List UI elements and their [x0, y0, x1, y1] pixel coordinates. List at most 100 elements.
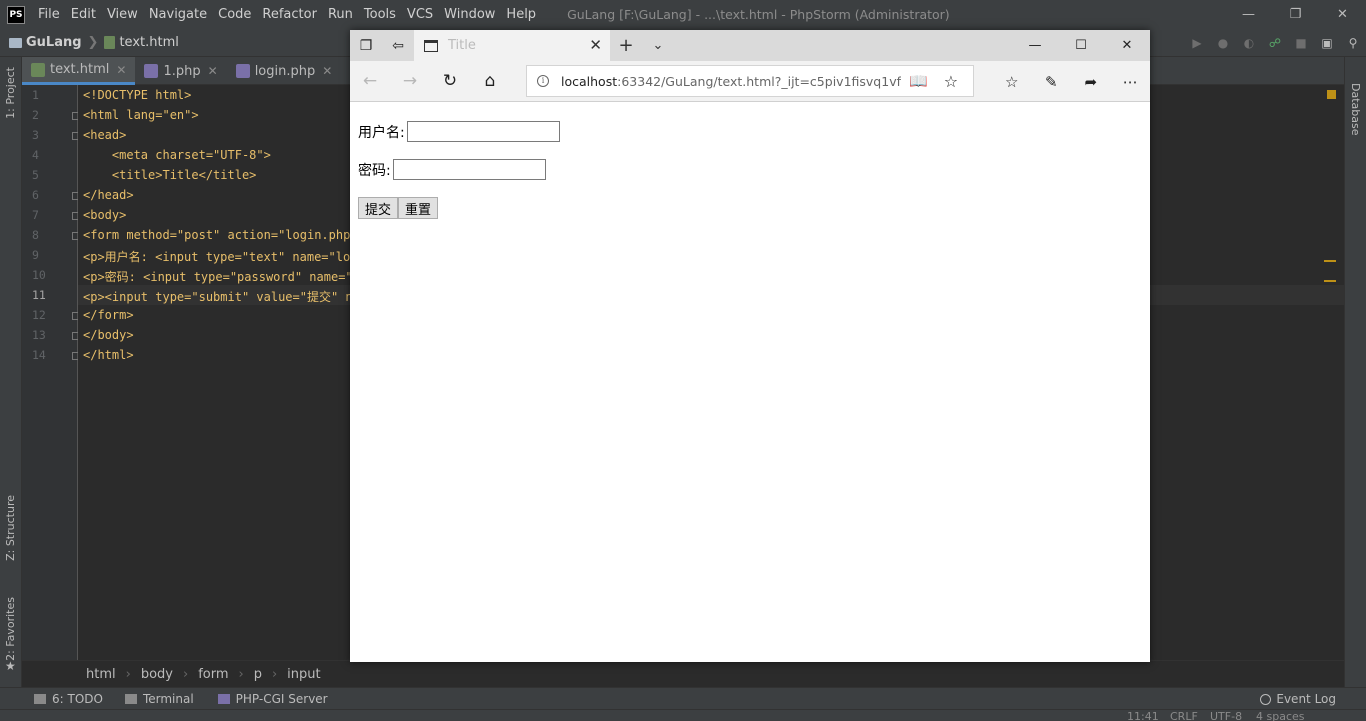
more-icon[interactable]: ⋯ [1111, 73, 1151, 91]
menu-vcs[interactable]: VCS [407, 7, 433, 22]
error-stripe-marker[interactable] [1324, 280, 1336, 282]
minimize-icon[interactable]: — [1012, 30, 1058, 61]
share-icon[interactable]: ➦ [1071, 73, 1111, 91]
crumb-body[interactable]: body [141, 667, 173, 682]
php-cgi-tool-button[interactable]: PHP-CGI Server [217, 691, 328, 706]
favorites-tool-button[interactable]: 2: Favorites [4, 597, 17, 661]
close-icon[interactable]: ✕ [1319, 0, 1366, 29]
tab-1-php[interactable]: 1.php ✕ [135, 57, 226, 85]
file-encoding[interactable]: UTF-8 [1210, 710, 1242, 721]
crumb-form[interactable]: form [198, 667, 228, 682]
caret-position[interactable]: 11:41 [1127, 710, 1159, 721]
php-file-icon [144, 64, 159, 78]
restore-icon[interactable]: ❐ [1272, 0, 1319, 29]
line-number: 5 [32, 168, 39, 182]
error-stripe-marker[interactable] [1324, 260, 1336, 262]
star-icon: ★ [5, 659, 16, 673]
menu-refactor[interactable]: Refactor [262, 7, 317, 22]
url-input[interactable]: i localhost:63342/GuLang/text.html?_ijt=… [526, 65, 974, 97]
layout-icon[interactable]: ▣ [1314, 36, 1340, 50]
coverage-icon[interactable]: ◐ [1236, 36, 1262, 50]
warning-marker-icon[interactable] [1327, 90, 1336, 99]
username-row: 用户名: [358, 121, 560, 142]
menu-window[interactable]: Window [444, 7, 495, 22]
tab-text-html[interactable]: text.html ✕ [22, 57, 136, 85]
menu-view[interactable]: View [107, 7, 138, 22]
url-host: localhost [561, 73, 618, 89]
code-line: <form method="post" action="login.php" [83, 228, 358, 242]
tab-sets-icon[interactable]: ❐ [350, 38, 382, 54]
php-file-icon [235, 64, 250, 78]
html-file-icon [31, 62, 45, 77]
reading-view-icon[interactable]: 📖 [909, 72, 928, 90]
forward-icon[interactable]: → [390, 71, 430, 91]
line-number: 1 [32, 88, 39, 102]
pen-icon[interactable]: ✎ [1032, 73, 1072, 91]
breadcrumb-separator: ❯ [87, 35, 99, 50]
line-number: 9 [32, 248, 39, 262]
php-cgi-label: PHP-CGI Server [235, 691, 328, 706]
run-icon[interactable]: ▶ [1184, 36, 1210, 50]
tab-close-icon[interactable]: ✕ [322, 64, 332, 78]
event-log-button[interactable]: Event Log [1260, 688, 1336, 710]
menu-code[interactable]: Code [218, 7, 251, 22]
refresh-icon[interactable]: ↻ [430, 71, 470, 91]
home-icon[interactable]: ⌂ [470, 71, 510, 91]
maximize-icon[interactable]: ☐ [1058, 30, 1104, 61]
chevron-right-icon: › [125, 666, 131, 682]
menu-edit[interactable]: Edit [71, 7, 96, 22]
code-line: <meta charset="UTF-8"> [83, 148, 271, 162]
reset-button[interactable]: 重置 [398, 197, 439, 219]
project-tool-button[interactable]: 1: Project [4, 67, 17, 119]
browser-tab[interactable]: Title ✕ [414, 30, 610, 61]
search-everywhere-icon[interactable]: ⚲ [1340, 36, 1366, 50]
crumb-p[interactable]: p [254, 667, 262, 682]
code-line: <p>密码: <input type="password" name=" [83, 270, 353, 284]
debug-icon[interactable]: ● [1210, 36, 1236, 50]
info-icon[interactable]: i [537, 75, 549, 87]
line-number: 13 [32, 328, 46, 342]
menu-tools[interactable]: Tools [364, 7, 396, 22]
line-number: 4 [32, 148, 39, 162]
back-icon[interactable]: ← [350, 71, 390, 91]
page-icon [424, 39, 438, 52]
line-separator[interactable]: CRLF [1170, 710, 1198, 721]
todo-tool-button[interactable]: 6: TODO [34, 692, 103, 706]
minimize-icon[interactable]: — [1225, 0, 1272, 29]
menu-run[interactable]: Run [328, 7, 353, 22]
stop-icon[interactable]: ■ [1288, 36, 1314, 50]
code-line: <!DOCTYPE html> [83, 88, 192, 102]
tabs-aside-icon[interactable]: ⇦ [382, 38, 414, 54]
password-label: 密码: [358, 162, 391, 179]
crumb-input[interactable]: input [287, 667, 320, 682]
close-icon[interactable]: ✕ [1104, 30, 1150, 61]
structure-tool-button[interactable]: Z: Structure [4, 495, 17, 561]
username-input[interactable] [406, 121, 560, 142]
status-bar: 11:41 CRLF UTF-8 4 spaces [0, 709, 1366, 721]
menu-navigate[interactable]: Navigate [149, 7, 207, 22]
submit-button[interactable]: 提交 [358, 197, 399, 219]
crumb-html[interactable]: html [86, 667, 116, 682]
terminal-label: Terminal [142, 691, 194, 706]
html-file-icon [104, 36, 116, 49]
tab-close-icon[interactable]: ✕ [116, 63, 126, 77]
terminal-tool-button[interactable]: Terminal [124, 691, 194, 706]
breadcrumb-file[interactable]: text.html [119, 35, 178, 50]
breadcrumb-project[interactable]: GuLang [26, 35, 82, 50]
chevron-down-icon[interactable]: ⌄ [642, 38, 674, 53]
new-tab-icon[interactable]: + [610, 35, 642, 56]
menu-file[interactable]: File [38, 7, 60, 22]
close-tab-icon[interactable]: ✕ [589, 36, 602, 54]
database-tool-button[interactable]: Database [1349, 83, 1362, 136]
favorites-icon[interactable]: ☆ [992, 73, 1032, 91]
listen-debug-icon[interactable]: ☍ [1262, 36, 1288, 50]
code-line: <head> [83, 128, 127, 142]
menu-help[interactable]: Help [506, 7, 536, 22]
code-line: </body> [83, 328, 134, 342]
tab-login-php[interactable]: login.php ✕ [227, 57, 342, 85]
tab-label: text.html [50, 62, 110, 77]
favorite-star-icon[interactable]: ☆ [944, 72, 958, 91]
password-input[interactable] [392, 159, 546, 180]
indent-setting[interactable]: 4 spaces [1256, 710, 1305, 721]
tab-close-icon[interactable]: ✕ [208, 64, 218, 78]
